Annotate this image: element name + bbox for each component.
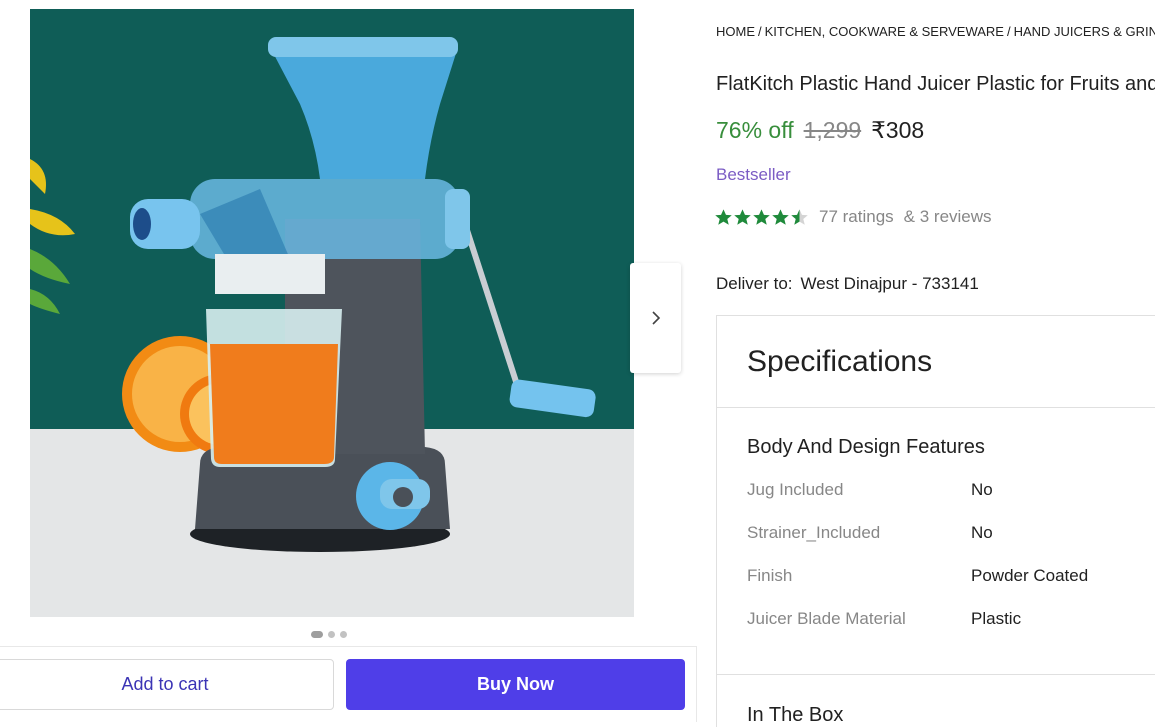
spec-row: Juicer Blade Material Plastic bbox=[747, 609, 1155, 629]
in-the-box-heading[interactable]: In The Box bbox=[747, 704, 843, 727]
deliver-label: Deliver to: bbox=[716, 274, 793, 293]
star-icon bbox=[715, 208, 732, 225]
product-title: FlatKitch Plastic Hand Juicer Plastic fo… bbox=[716, 73, 1155, 95]
spec-key: Juicer Blade Material bbox=[747, 609, 906, 628]
gallery-dot-2[interactable] bbox=[328, 631, 335, 638]
spec-row: Finish Powder Coated bbox=[747, 566, 1155, 586]
spec-row: Jug Included No bbox=[747, 480, 1155, 500]
bestseller-badge: Bestseller bbox=[716, 165, 791, 184]
spec-divider bbox=[717, 674, 1155, 675]
breadcrumb-hand-juicers[interactable]: HAND JUICERS & GRINDERS bbox=[1014, 24, 1155, 39]
spec-value: Plastic bbox=[971, 609, 1022, 628]
gallery-dots bbox=[311, 631, 347, 638]
spec-key: Strainer_Included bbox=[747, 523, 881, 542]
action-bar: Add to cart Buy Now bbox=[0, 646, 697, 722]
price-row: 76% off 1,299 ₹308 bbox=[716, 117, 924, 144]
delivery-location[interactable]: Deliver to: West Dinajpur - 733141 bbox=[716, 274, 979, 294]
product-page: Add to cart Buy Now HOME / KITCHEN, COOKWA… bbox=[0, 0, 1155, 727]
spec-group-title: Body And Design Features bbox=[747, 436, 985, 458]
mrp-text: 1,299 bbox=[803, 117, 862, 143]
product-image[interactable] bbox=[30, 9, 634, 617]
ratings-count: 77 ratings bbox=[819, 207, 894, 226]
juicer-illustration bbox=[30, 9, 634, 617]
star-half-icon bbox=[791, 208, 808, 225]
deliver-pincode: West Dinajpur - 733141 bbox=[800, 274, 979, 293]
gallery-dot-1[interactable] bbox=[311, 631, 323, 638]
star-icon bbox=[734, 208, 751, 225]
chevron-right-icon bbox=[651, 311, 660, 325]
spec-value: No bbox=[971, 523, 993, 542]
reviews-count: & 3 reviews bbox=[903, 207, 992, 226]
spec-value: Powder Coated bbox=[971, 566, 1089, 585]
selling-price: ₹308 bbox=[871, 117, 925, 143]
specifications-section: Specifications Body And Design Features … bbox=[716, 315, 1155, 727]
breadcrumb: HOME / KITCHEN, COOKWARE & SERVEWARE / HAND … bbox=[716, 24, 1155, 39]
specifications-heading: Specifications bbox=[717, 316, 1155, 408]
discount-text: 76% off bbox=[716, 117, 794, 143]
add-to-cart-button[interactable]: Add to cart bbox=[0, 659, 334, 710]
breadcrumb-home[interactable]: HOME bbox=[716, 24, 755, 39]
spec-key: Finish bbox=[747, 566, 793, 585]
buy-now-button[interactable]: Buy Now bbox=[346, 659, 685, 710]
star-icon bbox=[772, 208, 789, 225]
star-icon bbox=[753, 208, 770, 225]
spec-key: Jug Included bbox=[747, 480, 844, 499]
spec-row: Strainer_Included No bbox=[747, 523, 1155, 543]
rating-row[interactable]: 77 ratings & 3 reviews bbox=[714, 207, 992, 227]
rating-stars bbox=[714, 208, 809, 227]
breadcrumb-kitchen[interactable]: KITCHEN, COOKWARE & SERVEWARE bbox=[765, 24, 1004, 39]
gallery-dot-3[interactable] bbox=[340, 631, 347, 638]
next-image-button[interactable] bbox=[630, 263, 681, 373]
spec-value: No bbox=[971, 480, 993, 499]
